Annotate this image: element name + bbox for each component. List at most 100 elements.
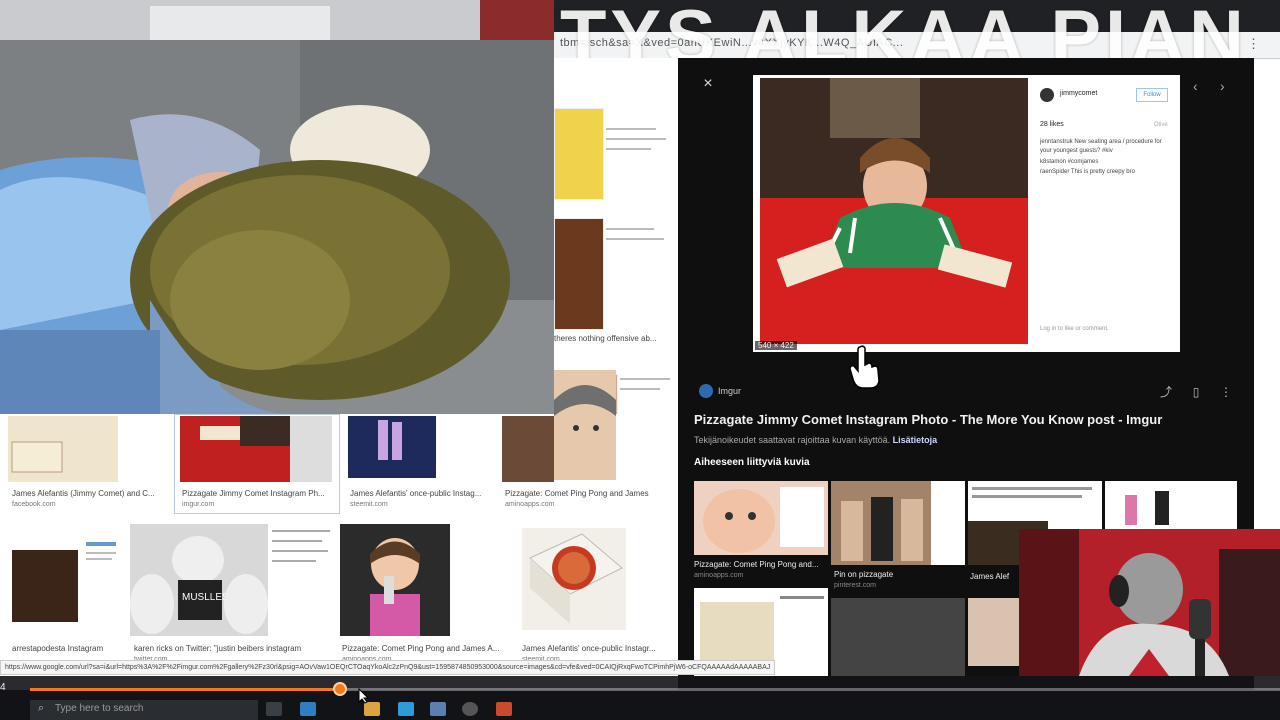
snippet-line bbox=[620, 378, 670, 380]
related-image-tile[interactable] bbox=[831, 598, 965, 676]
pinned-app-icon[interactable] bbox=[496, 702, 512, 716]
result-caption[interactable]: theres nothing offensive ab... bbox=[554, 334, 657, 343]
result-thumbnail-side bbox=[290, 416, 332, 482]
copyright-notice: Tekijänoikeudet saattavat rajoittaa kuva… bbox=[694, 435, 937, 445]
progress-scrubber[interactable] bbox=[333, 682, 347, 696]
preview-title-link[interactable]: Pizzagate Jimmy Comet Instagram Photo - … bbox=[694, 412, 1162, 427]
result-thumbnail[interactable] bbox=[348, 416, 436, 478]
login-prompt[interactable]: Log in to like or comment. bbox=[1040, 326, 1109, 332]
copyright-text: Tekijänoikeudet saattavat rajoittaa kuva… bbox=[694, 435, 891, 445]
related-image-art bbox=[1125, 491, 1169, 525]
task-view-icon[interactable] bbox=[266, 702, 282, 716]
streamer-scene bbox=[1019, 529, 1280, 676]
result-thumbnail-art bbox=[8, 416, 118, 482]
result-title[interactable]: arrestapodesta Instagram bbox=[12, 644, 103, 653]
result-thumbnail-art bbox=[554, 370, 616, 480]
result-source: facebook.com bbox=[12, 501, 56, 508]
result-title[interactable]: James Alefantis' once-public Instagr... bbox=[522, 644, 656, 653]
source-name[interactable]: Imgur bbox=[718, 386, 741, 396]
related-caption[interactable]: Pin on pizzagate bbox=[834, 570, 893, 579]
result-thumbnail[interactable] bbox=[554, 218, 604, 330]
result-thumbnail[interactable] bbox=[502, 416, 554, 482]
more-options-icon[interactable]: ⋮ bbox=[1218, 384, 1234, 400]
snippet-line bbox=[606, 128, 656, 130]
share-icon[interactable]: ⤴ bbox=[1158, 384, 1174, 400]
related-image-tile[interactable] bbox=[694, 481, 828, 555]
browser-app-icon[interactable] bbox=[300, 702, 316, 716]
learn-more-link[interactable]: Lisätietoja bbox=[893, 435, 938, 445]
follow-button[interactable]: Follow bbox=[1136, 88, 1168, 102]
card-text: MUSLLES bbox=[182, 592, 229, 603]
webcam-feed bbox=[0, 0, 554, 414]
result-thumbnail-art bbox=[348, 416, 436, 478]
related-source: aminoapps.com bbox=[694, 572, 744, 579]
image-dimensions: 540 × 422 bbox=[755, 341, 797, 350]
store-app-icon[interactable] bbox=[398, 702, 414, 716]
result-thumbnail-side-art bbox=[272, 530, 330, 562]
post-age: Olive bbox=[1154, 122, 1168, 128]
file-explorer-icon[interactable] bbox=[364, 702, 380, 716]
source-favicon-icon bbox=[699, 384, 713, 398]
result-title[interactable]: James Alefantis' once-public Instag... bbox=[350, 489, 481, 498]
instagram-comment: raenSpider This is pretty creepy bro bbox=[1040, 169, 1135, 175]
related-image-tile[interactable] bbox=[831, 481, 965, 565]
hand-cursor-icon bbox=[849, 345, 880, 389]
result-thumbnail-art: MUSLLES bbox=[130, 524, 268, 636]
snippet-line bbox=[620, 388, 660, 390]
avatar[interactable] bbox=[1040, 88, 1054, 102]
result-thumbnail-art bbox=[529, 533, 623, 624]
obs-app-icon[interactable] bbox=[462, 702, 478, 716]
result-thumbnail[interactable]: MUSLLES bbox=[130, 524, 268, 636]
result-thumbnail-side bbox=[450, 524, 510, 636]
link-status-bar: https://www.google.com/url?sa=i&url=http… bbox=[0, 660, 776, 675]
snippet-line bbox=[606, 228, 654, 230]
taskbar-search-placeholder[interactable]: Type here to search bbox=[55, 703, 143, 714]
related-image-art bbox=[703, 487, 824, 553]
search-icon: ⌕ bbox=[38, 702, 45, 714]
result-thumbnail-side bbox=[268, 524, 336, 636]
previous-image-button[interactable]: ‹ bbox=[1193, 78, 1198, 94]
result-title[interactable]: James Alefantis (Jimmy Comet) and C... bbox=[12, 489, 155, 498]
result-thumbnail[interactable] bbox=[522, 528, 626, 630]
preview-photo[interactable] bbox=[760, 78, 1028, 344]
streamer-camera bbox=[1019, 529, 1280, 676]
result-thumbnail[interactable] bbox=[8, 538, 120, 634]
snippet-line bbox=[606, 148, 651, 150]
pinned-app-icon[interactable] bbox=[430, 702, 446, 716]
bookmark-icon[interactable]: ▯ bbox=[1188, 384, 1204, 400]
time-label: 4 bbox=[0, 682, 6, 693]
related-caption[interactable]: Pizzagate: Comet Ping Pong and... bbox=[694, 560, 819, 569]
result-thumbnail[interactable] bbox=[180, 416, 290, 482]
related-images-heading: Aiheeseen liittyviä kuvia bbox=[694, 457, 810, 468]
likes-count: 28 likes bbox=[1040, 121, 1064, 128]
result-source: imgur.com bbox=[182, 501, 215, 508]
result-source: aminoapps.com bbox=[505, 501, 555, 508]
result-thumbnail-art bbox=[180, 416, 290, 482]
result-source: steemit.com bbox=[350, 501, 388, 508]
result-thumbnail[interactable] bbox=[8, 416, 118, 482]
result-thumbnail[interactable] bbox=[554, 108, 604, 200]
instagram-comment: jenntanstruk New seating area / procedur… bbox=[1040, 139, 1162, 154]
result-title[interactable]: Pizzagate Jimmy Comet Instagram Ph... bbox=[182, 489, 325, 498]
close-preview-button[interactable]: × bbox=[700, 76, 716, 92]
result-thumbnail[interactable] bbox=[340, 524, 450, 636]
result-thumbnail-art bbox=[12, 542, 116, 622]
snippet-line bbox=[606, 138, 666, 140]
instagram-comment: k8stamon #comjames bbox=[1040, 159, 1099, 165]
result-thumbnail-art bbox=[340, 524, 450, 636]
related-image-tile[interactable] bbox=[1105, 481, 1237, 529]
result-title[interactable]: karen ricks on Twitter: "justin beibers … bbox=[134, 644, 301, 653]
related-image-art bbox=[831, 481, 965, 565]
progress-fill bbox=[30, 688, 340, 691]
result-thumbnail[interactable] bbox=[554, 370, 616, 480]
next-image-button[interactable]: › bbox=[1220, 78, 1225, 94]
arrow-cursor-icon bbox=[358, 688, 370, 704]
related-caption[interactable]: James Alef bbox=[970, 572, 1009, 581]
instagram-username[interactable]: jimmycomet bbox=[1060, 90, 1097, 97]
browser-menu-icon[interactable]: ⋮ bbox=[1247, 36, 1260, 52]
related-image-tile[interactable] bbox=[968, 598, 1020, 666]
snippet-line bbox=[606, 238, 664, 240]
related-source: pinterest.com bbox=[834, 582, 877, 589]
result-title[interactable]: Pizzagate: Comet Ping Pong and James bbox=[505, 489, 649, 498]
result-title[interactable]: Pizzagate: Comet Ping Pong and James A..… bbox=[342, 644, 499, 653]
